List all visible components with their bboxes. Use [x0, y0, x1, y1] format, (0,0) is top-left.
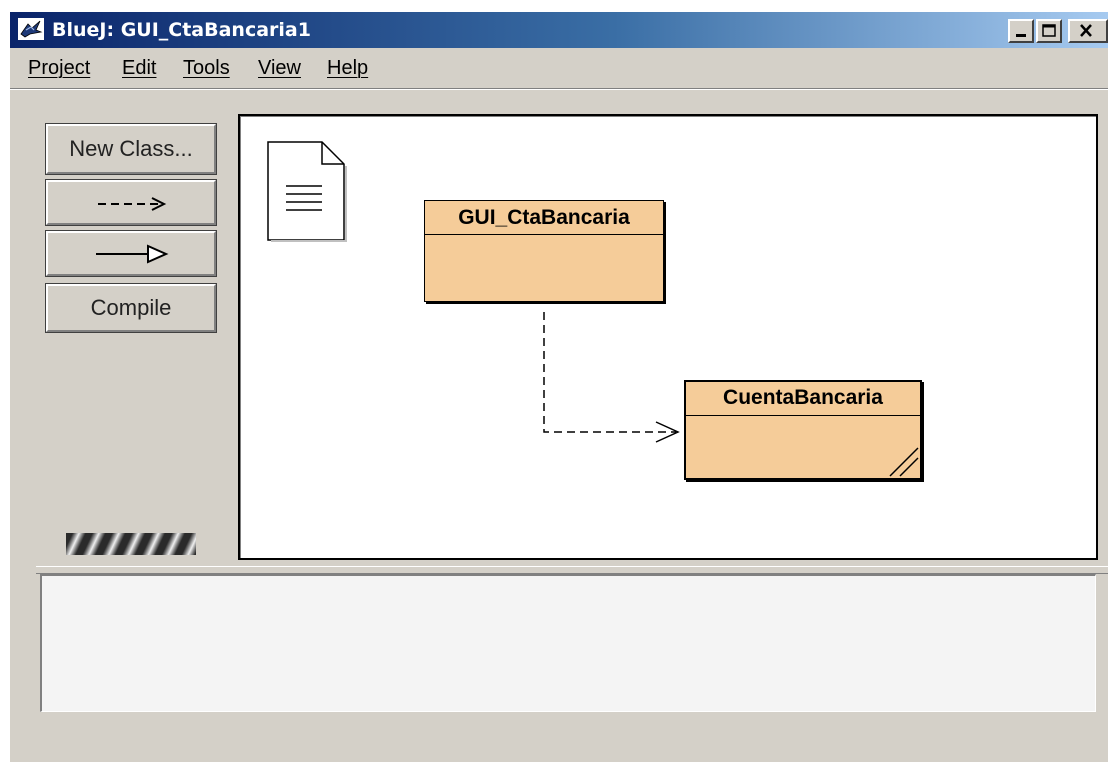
class-box-cuentabancaria[interactable]: CuentaBancaria [684, 380, 922, 480]
new-inheritance-button[interactable] [45, 230, 217, 277]
uncompiled-hatch-icon [889, 447, 919, 477]
menu-view[interactable]: View [258, 56, 301, 80]
hollow-triangle-arrow-icon [96, 244, 169, 264]
minimize-icon [1016, 34, 1026, 37]
class-name: GUI_CtaBancaria [425, 201, 663, 235]
maximize-icon [1042, 24, 1056, 37]
menu-bar: Project Edit Tools View Help [10, 48, 1108, 82]
title-bar: BlueJ: GUI_CtaBancaria1 [10, 12, 1108, 48]
close-button[interactable] [1068, 19, 1108, 43]
maximize-button[interactable] [1036, 19, 1062, 43]
menu-project[interactable]: Project [28, 56, 90, 80]
window-title: BlueJ: GUI_CtaBancaria1 [52, 19, 311, 41]
dashed-arrow-icon [98, 197, 167, 211]
terminal-output-area[interactable] [40, 574, 1096, 712]
menu-tools[interactable]: Tools [183, 56, 230, 80]
new-dependency-button[interactable] [45, 179, 217, 226]
bluej-window: BlueJ: GUI_CtaBancaria1 Project Edit Too… [10, 12, 1108, 762]
pane-splitter[interactable] [36, 566, 1108, 574]
bluej-bird-icon [18, 18, 44, 40]
class-diagram-canvas[interactable]: GUI_CtaBancaria CuentaBancaria [238, 114, 1098, 560]
new-class-button[interactable]: New Class... [45, 123, 217, 175]
activity-indicator [66, 533, 196, 555]
close-icon [1080, 24, 1092, 37]
dependency-arrow[interactable] [240, 116, 1096, 558]
menu-separator [10, 88, 1108, 90]
menu-help[interactable]: Help [327, 56, 368, 80]
class-name: CuentaBancaria [686, 382, 920, 416]
menu-edit[interactable]: Edit [122, 56, 156, 80]
class-box-gui-ctabancaria[interactable]: GUI_CtaBancaria [424, 200, 664, 302]
compile-button[interactable]: Compile [45, 283, 217, 333]
minimize-button[interactable] [1008, 19, 1034, 43]
